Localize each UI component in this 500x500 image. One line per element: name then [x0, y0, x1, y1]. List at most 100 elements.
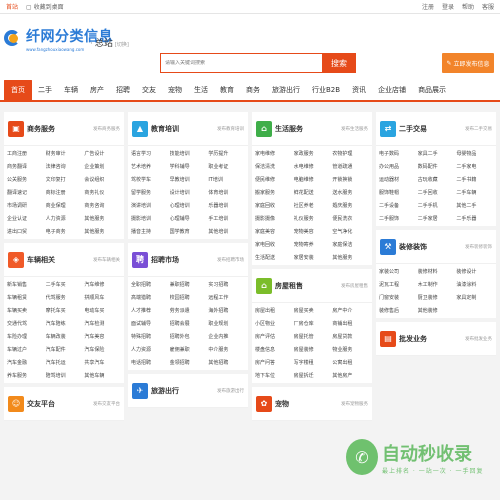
publish-button[interactable]: ✎ 立即发布信息	[442, 53, 494, 73]
category-link[interactable]: 家居安装	[294, 254, 331, 261]
category-link[interactable]: 金领招聘	[170, 359, 207, 366]
category-link[interactable]: 家电回收	[255, 241, 292, 248]
category-link[interactable]: 人才推荐	[131, 307, 168, 314]
home-link[interactable]: 首站	[6, 2, 18, 11]
category-link[interactable]: 房产中介	[332, 307, 369, 314]
service-link[interactable]: 客服	[482, 2, 494, 11]
category-link[interactable]: 劳务派遣	[170, 307, 207, 314]
category-link[interactable]: 招聘外包	[170, 333, 207, 340]
category-link[interactable]: 装修设计	[456, 268, 493, 275]
category-link[interactable]: 雇佣兼职	[170, 346, 207, 353]
category-link[interactable]: 早教培训	[170, 176, 207, 183]
card-more-link[interactable]: 发布教育培训	[217, 126, 244, 132]
category-link[interactable]: 便民维修	[255, 176, 292, 183]
category-link[interactable]: 搬家服务	[255, 189, 292, 196]
category-link[interactable]: 电话招聘	[131, 359, 168, 366]
category-link[interactable]: 全职招聘	[131, 281, 168, 288]
card-title[interactable]: 生活服务	[275, 124, 303, 134]
category-link[interactable]: 商业保理	[46, 202, 83, 209]
card-more-link[interactable]: 发布生活服务	[341, 126, 368, 132]
category-link[interactable]: 家政服务	[294, 150, 331, 157]
category-link[interactable]: 房屋拆迁	[294, 372, 331, 379]
card-title[interactable]: 招聘市场	[151, 255, 179, 265]
card-more-link[interactable]: 发布车辆相关	[93, 257, 120, 263]
nav-home[interactable]: 首页	[4, 79, 32, 101]
card-title[interactable]: 宠物	[275, 399, 289, 409]
category-link[interactable]: 电动车买	[84, 307, 121, 314]
category-link[interactable]: 装修材料	[418, 268, 455, 275]
category-link[interactable]: 语言学习	[131, 150, 168, 157]
card-more-link[interactable]: 发布商务服务	[93, 126, 120, 132]
category-link[interactable]: 校园招聘	[170, 294, 207, 301]
register-link[interactable]: 登录	[442, 2, 454, 11]
category-link[interactable]: 汽车托运	[46, 359, 83, 366]
category-link[interactable]: 管道疏通	[332, 163, 369, 170]
category-link[interactable]: 房产评估	[255, 333, 292, 340]
category-link[interactable]: 汽车维修	[84, 281, 121, 288]
category-link[interactable]: 宠物美容	[294, 228, 331, 235]
category-link[interactable]: 二手车买	[46, 281, 83, 288]
category-link[interactable]: 二手家居	[418, 215, 455, 222]
category-link[interactable]: 财务审计	[46, 150, 83, 157]
card-title[interactable]: 房屋租售	[275, 281, 303, 291]
category-link[interactable]: 数码配件	[418, 163, 455, 170]
category-link[interactable]: 小区物业	[255, 320, 292, 327]
category-link[interactable]: 实习招聘	[208, 281, 245, 288]
category-link[interactable]: 其他装修	[418, 307, 455, 314]
category-link[interactable]: 门窗安装	[379, 294, 416, 301]
card-title[interactable]: 旅游出行	[151, 386, 179, 396]
card-more-link[interactable]: 发布装修装饰	[465, 244, 492, 250]
category-link[interactable]: 房屋装修	[294, 346, 331, 353]
category-link[interactable]: 开锁换锁	[332, 176, 369, 183]
card-title[interactable]: 装修装饰	[399, 242, 427, 252]
category-link[interactable]: 技能培训	[170, 150, 207, 157]
category-link[interactable]: 地下车位	[255, 372, 292, 379]
category-link[interactable]: 宠物寄养	[294, 241, 331, 248]
card-more-link[interactable]: 发布招聘市场	[217, 257, 244, 263]
category-link[interactable]: 公寓出租	[332, 359, 369, 366]
category-link[interactable]: 其他培训	[208, 228, 245, 235]
nav-products[interactable]: 商品展示	[412, 79, 452, 101]
category-link[interactable]: 播音主持	[131, 228, 168, 235]
category-link[interactable]: 生活配送	[255, 254, 292, 261]
category-link[interactable]: 水电维修	[294, 163, 331, 170]
category-link[interactable]: 工商注册	[7, 150, 44, 157]
category-link[interactable]: 物业服务	[332, 346, 369, 353]
category-link[interactable]: 二手设备	[379, 202, 416, 209]
category-link[interactable]: 广告设计	[84, 150, 121, 157]
category-link[interactable]: 二手手机	[418, 202, 455, 209]
search-input[interactable]	[165, 60, 305, 66]
category-link[interactable]: 翻译速记	[7, 189, 44, 196]
category-link[interactable]: 企业内推	[208, 333, 245, 340]
category-link[interactable]: 其他服务	[84, 228, 121, 235]
category-link[interactable]: 商务咨询	[84, 202, 121, 209]
category-link[interactable]: 装修售后	[379, 307, 416, 314]
category-link[interactable]: 乐器培训	[208, 202, 245, 209]
card-title[interactable]: 交友平台	[27, 399, 55, 409]
category-link[interactable]: 婚庆服务	[332, 202, 369, 209]
category-link[interactable]: 家具定制	[456, 294, 493, 301]
category-link[interactable]: 古玩收藏	[418, 176, 455, 183]
category-link[interactable]: 兼职招聘	[170, 281, 207, 288]
card-title[interactable]: 教育培训	[151, 124, 179, 134]
category-link[interactable]: 其他服务	[84, 215, 121, 222]
nav-education[interactable]: 教育	[214, 79, 240, 101]
category-link[interactable]: 厂房仓库	[294, 320, 331, 327]
category-link[interactable]: 家具二手	[418, 150, 455, 157]
category-link[interactable]: 市场调研	[7, 202, 44, 209]
category-link[interactable]: 新车销售	[7, 281, 44, 288]
category-link[interactable]: 商务翻译	[7, 163, 44, 170]
category-link[interactable]: 手工培训	[208, 215, 245, 222]
category-link[interactable]: 汽车配件	[46, 346, 83, 353]
search-button[interactable]: 搜索	[322, 53, 356, 73]
category-link[interactable]: 其他车辆	[84, 372, 121, 379]
category-link[interactable]: 便民洗衣	[332, 215, 369, 222]
nav-news[interactable]: 资讯	[346, 79, 372, 101]
category-link[interactable]: 电子数码	[379, 150, 416, 157]
category-link[interactable]: 社区养老	[294, 202, 331, 209]
nav-realestate[interactable]: 房产	[84, 79, 110, 101]
category-link[interactable]: 高端猎聘	[131, 294, 168, 301]
category-link[interactable]: 艺术培养	[131, 163, 168, 170]
category-link[interactable]: 保洁清洗	[255, 163, 292, 170]
category-link[interactable]: 代驾服务	[46, 294, 83, 301]
